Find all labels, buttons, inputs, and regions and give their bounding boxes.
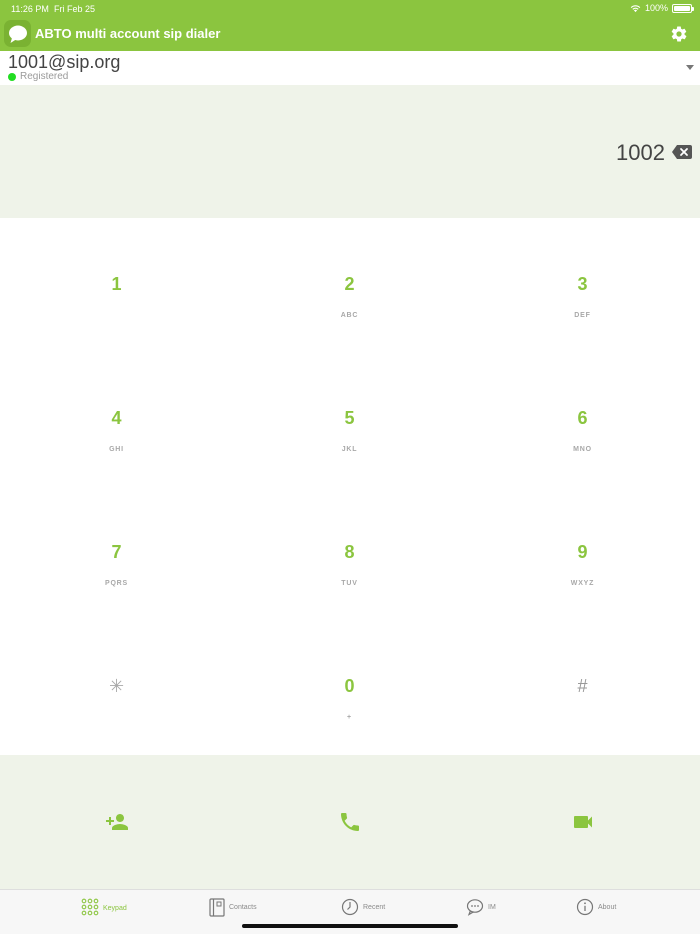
account-selector[interactable]: 1001@sip.org Registered xyxy=(0,51,700,85)
info-icon xyxy=(576,898,594,916)
key-digit: 6 xyxy=(577,408,588,428)
tab-label: Contacts xyxy=(229,904,257,911)
key-letters: TUV xyxy=(341,580,358,587)
key-4[interactable]: 4 GHI xyxy=(0,352,233,486)
app-bar: ABTO multi account sip dialer xyxy=(0,17,700,51)
key-letters: JKL xyxy=(341,446,358,453)
tab-contacts[interactable]: Contacts xyxy=(209,898,257,917)
status-time: 11:26 PM xyxy=(11,4,49,14)
tab-label: Keypad xyxy=(103,904,127,912)
status-date: Fri Feb 25 xyxy=(54,4,96,14)
chevron-down-icon[interactable] xyxy=(686,65,694,70)
tab-label: About xyxy=(598,903,617,911)
key-3[interactable]: 3 DEF xyxy=(466,218,699,352)
registered-status-dot xyxy=(8,72,16,81)
call-actions xyxy=(0,755,700,889)
phone-icon[interactable] xyxy=(338,810,362,834)
key-digit: 4 xyxy=(111,408,122,428)
key-0[interactable]: 0 + xyxy=(233,620,466,754)
top-bar: 11:26 PM Fri Feb 25 100% ABTO multi acco… xyxy=(0,0,700,51)
key-digit: 7 xyxy=(111,542,122,562)
add-person-icon[interactable] xyxy=(105,810,129,834)
account-status: Registered xyxy=(8,71,68,82)
key-hash[interactable]: # xyxy=(466,620,699,754)
home-indicator[interactable] xyxy=(242,924,458,928)
tab-label: Recent xyxy=(363,903,386,911)
key-digit: # xyxy=(577,676,588,696)
clock-icon xyxy=(341,898,359,916)
key-letters: + xyxy=(347,714,352,721)
gear-icon[interactable] xyxy=(670,25,688,43)
key-digit: 3 xyxy=(577,274,588,294)
key-2[interactable]: 2 ABC xyxy=(233,218,466,352)
status-right: 100% xyxy=(630,3,694,13)
key-digit: 9 xyxy=(577,542,588,562)
key-5[interactable]: 5 JKL xyxy=(233,352,466,486)
status-bar: 11:26 PM Fri Feb 25 100% xyxy=(0,0,700,17)
key-7[interactable]: 7 PQRS xyxy=(0,486,233,620)
key-letters: PQRS xyxy=(104,580,129,587)
key-digit: 5 xyxy=(344,408,355,428)
number-display: 1002 xyxy=(0,85,700,218)
key-1[interactable]: 1 xyxy=(0,218,233,352)
battery-icon xyxy=(672,3,694,13)
tab-recent[interactable]: Recent xyxy=(341,898,385,916)
key-letters: DEF xyxy=(574,312,591,319)
chat-icon xyxy=(466,899,484,916)
battery-percent: 100% xyxy=(644,3,668,13)
chat-bubble-icon xyxy=(4,20,31,47)
key-letters: WXYZ xyxy=(570,580,595,587)
tab-keypad[interactable]: Keypad xyxy=(81,898,127,918)
tab-im[interactable]: IM xyxy=(466,898,496,916)
app-title: ABTO multi account sip dialer xyxy=(35,26,221,41)
dialed-number: 1002 xyxy=(616,140,665,165)
key-digit: 1 xyxy=(111,274,122,294)
contacts-book-icon xyxy=(209,898,225,917)
backspace-icon[interactable] xyxy=(672,145,692,159)
key-digit: 0 xyxy=(344,676,355,696)
key-letters: ABC xyxy=(340,312,359,319)
key-6[interactable]: 6 MNO xyxy=(466,352,699,486)
video-camera-icon[interactable] xyxy=(571,810,595,834)
key-digit: 8 xyxy=(344,542,355,562)
key-digit: ✳ xyxy=(108,676,125,696)
account-status-label: Registered xyxy=(20,71,69,82)
keypad: 1 2 ABC 3 DEF 4 GHI 5 JKL 6 MNO 7 PQRS 8… xyxy=(0,218,700,755)
keypad-icon xyxy=(81,898,99,916)
tab-label: IM xyxy=(488,903,496,911)
key-9[interactable]: 9 WXYZ xyxy=(466,486,699,620)
key-star[interactable]: ✳ xyxy=(0,620,233,754)
key-digit: 2 xyxy=(344,274,355,294)
key-letters: MNO xyxy=(573,446,592,453)
account-name: 1001@sip.org xyxy=(8,52,121,72)
tab-about[interactable]: About xyxy=(576,898,616,916)
key-letters: GHI xyxy=(109,446,124,453)
key-8[interactable]: 8 TUV xyxy=(233,486,466,620)
wifi-icon xyxy=(630,4,641,12)
